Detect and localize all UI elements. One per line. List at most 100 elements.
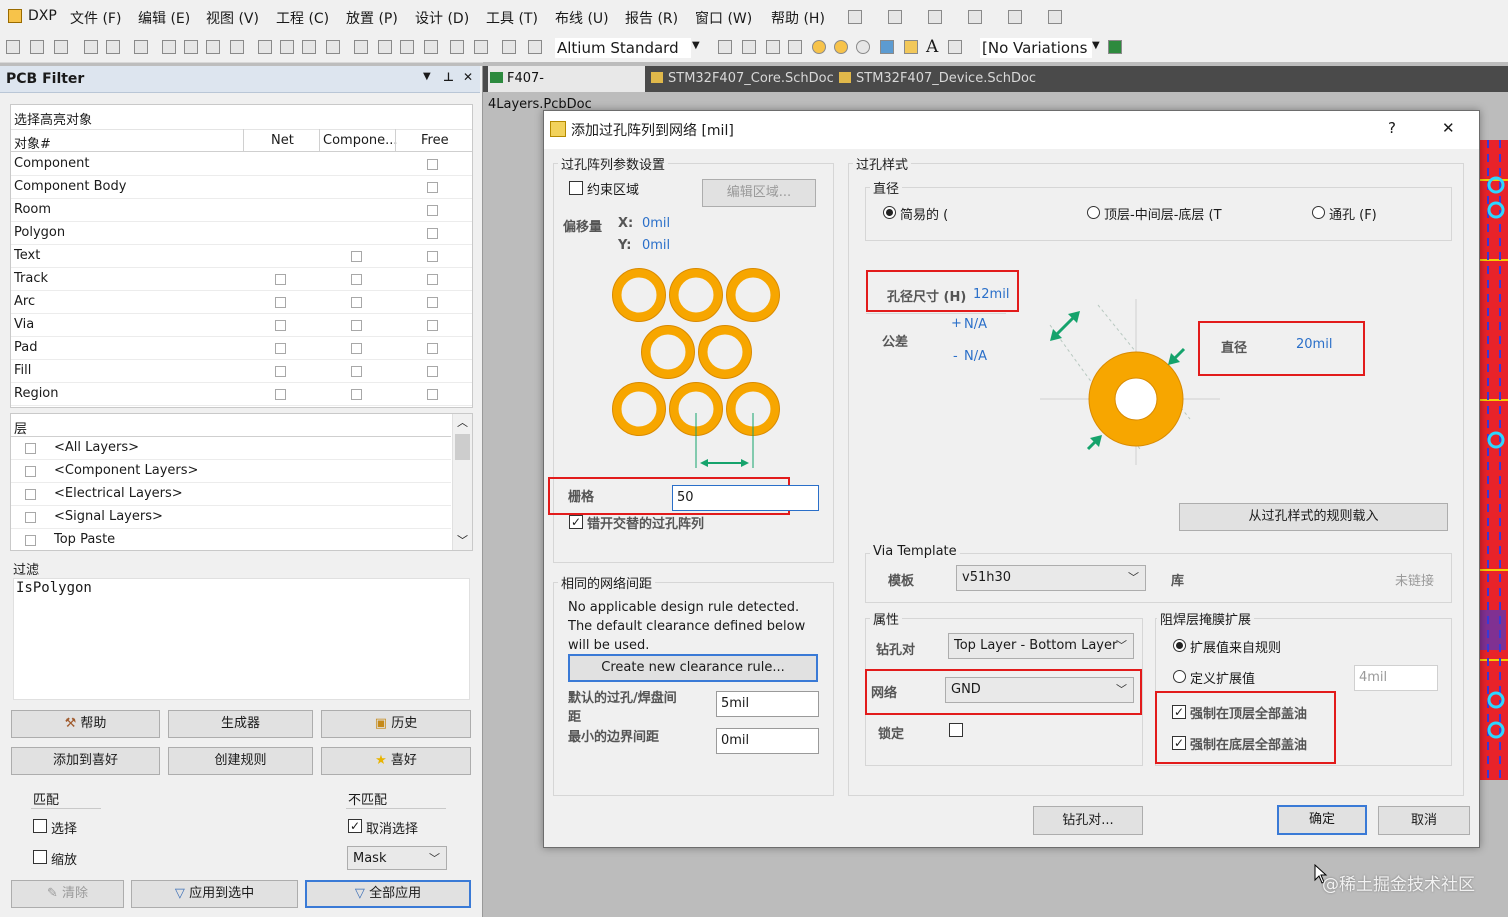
polygon-icon[interactable] bbox=[904, 40, 918, 54]
component-checkbox[interactable] bbox=[351, 389, 362, 400]
table-row[interactable]: Pad bbox=[11, 337, 472, 360]
free-checkbox[interactable] bbox=[427, 205, 438, 216]
tab-device-schdoc[interactable]: STM32F407_Device.SchDoc bbox=[839, 66, 1036, 92]
paste-icon[interactable] bbox=[302, 40, 316, 54]
col-component[interactable]: Compone... bbox=[323, 133, 398, 148]
diff-pair-icon[interactable] bbox=[742, 40, 756, 54]
tolerance-minus-value[interactable]: N/A bbox=[964, 349, 987, 364]
move-icon[interactable] bbox=[378, 40, 392, 54]
menu-help[interactable]: 帮助 (H) bbox=[771, 8, 825, 28]
menu-file[interactable]: 文件 (F) bbox=[70, 8, 121, 28]
scroll-up-icon[interactable]: ︿ bbox=[457, 414, 468, 430]
string-icon[interactable]: A bbox=[926, 37, 938, 57]
menu-dxp[interactable]: DXP bbox=[28, 8, 57, 24]
layer-checkbox[interactable] bbox=[25, 443, 36, 454]
grid-icon[interactable] bbox=[1048, 10, 1062, 24]
net-checkbox[interactable] bbox=[275, 343, 286, 354]
undo-icon[interactable] bbox=[450, 40, 464, 54]
interactive-route-icon[interactable] bbox=[718, 40, 732, 54]
menu-route[interactable]: 布线 (U) bbox=[555, 8, 609, 28]
table-row[interactable]: Text bbox=[11, 245, 472, 268]
menu-place[interactable]: 放置 (P) bbox=[346, 8, 398, 28]
menu-tools[interactable]: 工具 (T) bbox=[486, 8, 538, 28]
via-icon[interactable] bbox=[834, 40, 848, 54]
component-checkbox[interactable] bbox=[351, 251, 362, 262]
layer-scrollbar[interactable]: ︿ ﹀ bbox=[452, 414, 472, 550]
select-rect-icon[interactable] bbox=[354, 40, 368, 54]
history-button[interactable]: ▣ 历史 bbox=[321, 710, 471, 738]
free-checkbox[interactable] bbox=[427, 320, 438, 331]
create-clearance-rule-button[interactable]: Create new clearance rule... bbox=[568, 654, 818, 682]
apply-selected-button[interactable]: ▽ 应用到选中 bbox=[131, 880, 298, 908]
copy-icon[interactable] bbox=[280, 40, 294, 54]
free-checkbox[interactable] bbox=[427, 389, 438, 400]
menu-design[interactable]: 设计 (D) bbox=[415, 8, 469, 28]
multi-route-icon[interactable] bbox=[766, 40, 780, 54]
filter-query-text[interactable]: IsPolygon bbox=[16, 580, 92, 596]
select-icon[interactable] bbox=[928, 10, 942, 24]
layer-checkbox[interactable] bbox=[25, 489, 36, 500]
fill-icon[interactable] bbox=[880, 40, 894, 54]
layer-row[interactable]: Top Paste bbox=[11, 529, 451, 550]
arc-icon[interactable] bbox=[856, 40, 870, 54]
free-checkbox[interactable] bbox=[427, 251, 438, 262]
cancel-button[interactable]: 取消 bbox=[1378, 806, 1470, 835]
min-edge-input[interactable]: 0mil bbox=[716, 728, 819, 754]
menu-view[interactable]: 视图 (V) bbox=[206, 8, 259, 28]
close-icon[interactable]: ✕ bbox=[463, 70, 473, 84]
col-net[interactable]: Net bbox=[271, 133, 294, 148]
layer-row[interactable]: <Component Layers> bbox=[11, 460, 451, 483]
table-row[interactable]: Component Body bbox=[11, 176, 472, 199]
grid-input[interactable]: 50 bbox=[672, 485, 819, 511]
table-row[interactable]: Fill bbox=[11, 360, 472, 383]
net-checkbox[interactable] bbox=[275, 389, 286, 400]
component-checkbox[interactable] bbox=[351, 274, 362, 285]
zoom-icon[interactable] bbox=[206, 40, 220, 54]
select-checkbox[interactable] bbox=[33, 819, 47, 833]
table-row[interactable]: Region bbox=[11, 383, 472, 406]
mask-dropdown[interactable]: Mask ﹀ bbox=[347, 846, 447, 870]
net-checkbox[interactable] bbox=[275, 297, 286, 308]
favorites-button[interactable]: ★ 喜好 bbox=[321, 747, 471, 775]
layer-row[interactable]: <Signal Layers> bbox=[11, 506, 451, 529]
force-top-tenting-checkbox[interactable]: ✓ bbox=[1172, 705, 1186, 719]
zoom-selected-icon[interactable] bbox=[230, 40, 244, 54]
free-checkbox[interactable] bbox=[427, 366, 438, 377]
pad-icon[interactable] bbox=[812, 40, 826, 54]
free-checkbox[interactable] bbox=[427, 228, 438, 239]
component-checkbox[interactable] bbox=[351, 297, 362, 308]
table-row[interactable]: Room bbox=[11, 199, 472, 222]
force-bottom-tenting-checkbox[interactable]: ✓ bbox=[1172, 736, 1186, 750]
component-icon[interactable] bbox=[948, 40, 962, 54]
table-row[interactable]: Component bbox=[11, 153, 472, 176]
default-clearance-input[interactable]: 5mil bbox=[716, 691, 819, 717]
dialog-close-button[interactable]: ✕ bbox=[1442, 119, 1455, 137]
mask-custom-input[interactable]: 4mil bbox=[1354, 665, 1438, 691]
free-checkbox[interactable] bbox=[427, 297, 438, 308]
menu-edit[interactable]: 编辑 (E) bbox=[138, 8, 190, 28]
track-icon[interactable] bbox=[788, 40, 802, 54]
diameter-value[interactable]: 20mil bbox=[1296, 337, 1332, 352]
constrain-checkbox[interactable] bbox=[569, 181, 583, 195]
menu-reports[interactable]: 报告 (R) bbox=[625, 8, 678, 28]
table-row[interactable]: Via bbox=[11, 314, 472, 337]
table-row[interactable]: Track bbox=[11, 268, 472, 291]
deselect-icon[interactable] bbox=[400, 40, 414, 54]
pcb-canvas-preview[interactable] bbox=[1478, 140, 1508, 780]
menu-window[interactable]: 窗口 (W) bbox=[695, 8, 752, 28]
component-checkbox[interactable] bbox=[351, 343, 362, 354]
ok-button[interactable]: 确定 bbox=[1277, 805, 1367, 835]
help-button[interactable]: ⚒ 帮助 bbox=[11, 710, 160, 738]
edit-region-button[interactable]: 编辑区域... bbox=[702, 179, 816, 207]
col-object[interactable]: 对象# bbox=[14, 133, 51, 152]
dxp-icon[interactable] bbox=[8, 9, 22, 23]
clear-button[interactable]: ✎ 清除 bbox=[11, 880, 124, 908]
load-from-rules-button[interactable]: 从过孔样式的规则载入 bbox=[1179, 503, 1448, 531]
layer-checkbox[interactable] bbox=[25, 466, 36, 477]
panel-menu-icon[interactable]: ▼ bbox=[423, 71, 431, 82]
variations-combo[interactable]: [No Variations bbox=[980, 38, 1092, 58]
net-dropdown[interactable]: GND ﹀ bbox=[945, 677, 1134, 703]
create-rule-button[interactable]: 创建规则 bbox=[168, 747, 313, 775]
open-icon[interactable] bbox=[30, 40, 44, 54]
table-row[interactable]: Arc bbox=[11, 291, 472, 314]
